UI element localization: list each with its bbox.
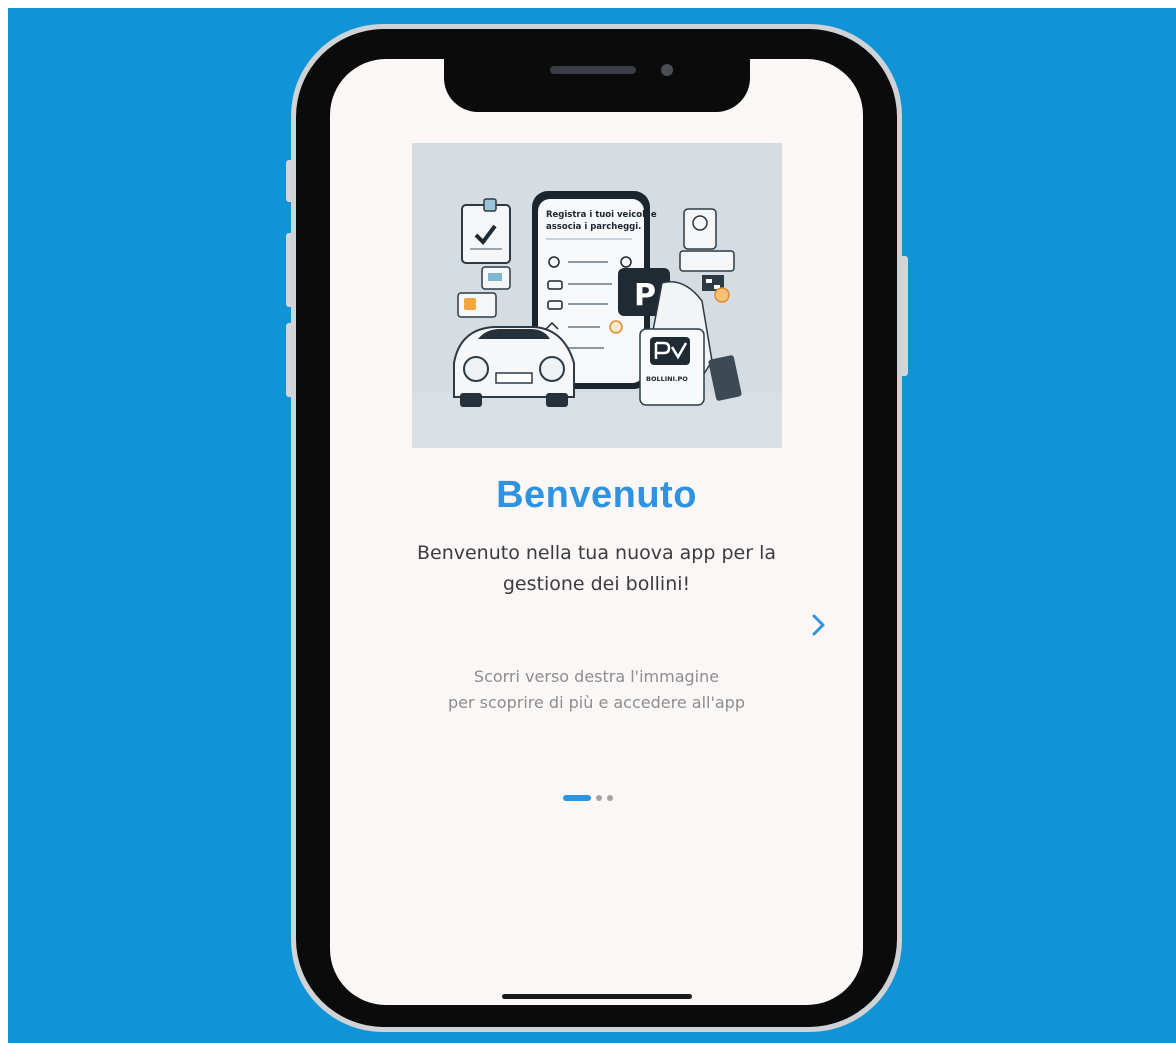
illustration-heading-1: Registra i tuoi veicoli e (546, 210, 657, 220)
illustration-parking-sign: P (634, 278, 656, 313)
speaker-grille (550, 66, 636, 74)
next-page-button[interactable] (806, 610, 832, 640)
page-dot-2[interactable] (596, 795, 602, 801)
subtitle-line-1: Benvenuto nella tua nuova app per la (416, 542, 776, 564)
phone-notch (444, 44, 750, 112)
front-camera (661, 64, 673, 76)
page-dot-1[interactable] (563, 795, 591, 801)
document-icon (461, 198, 511, 264)
swipe-hint: Scorri verso destra l'immagine per scopr… (360, 664, 833, 716)
subtitle-line-2: gestione dei bollini! (502, 573, 691, 595)
page-dot-3[interactable] (607, 795, 613, 801)
onboarding-title: Benvenuto (496, 474, 697, 516)
chevron-right-icon (812, 614, 825, 636)
hint-line-2: per scoprire di più e accedere all'app (448, 693, 745, 712)
onboarding-illustration: Registra i tuoi veicoli e associa i parc… (412, 143, 782, 448)
illustration-badge-label: BOLLINI.PO (646, 375, 688, 383)
page-indicator[interactable] (563, 794, 613, 802)
onboarding-subtitle: Benvenuto nella tua nuova app per la ges… (360, 538, 833, 600)
car-illustration (453, 326, 575, 407)
illustration-heading-2: associa i parcheggi. (546, 222, 641, 232)
home-indicator[interactable] (502, 994, 692, 999)
hint-line-1: Scorri verso destra l'immagine (473, 667, 720, 686)
